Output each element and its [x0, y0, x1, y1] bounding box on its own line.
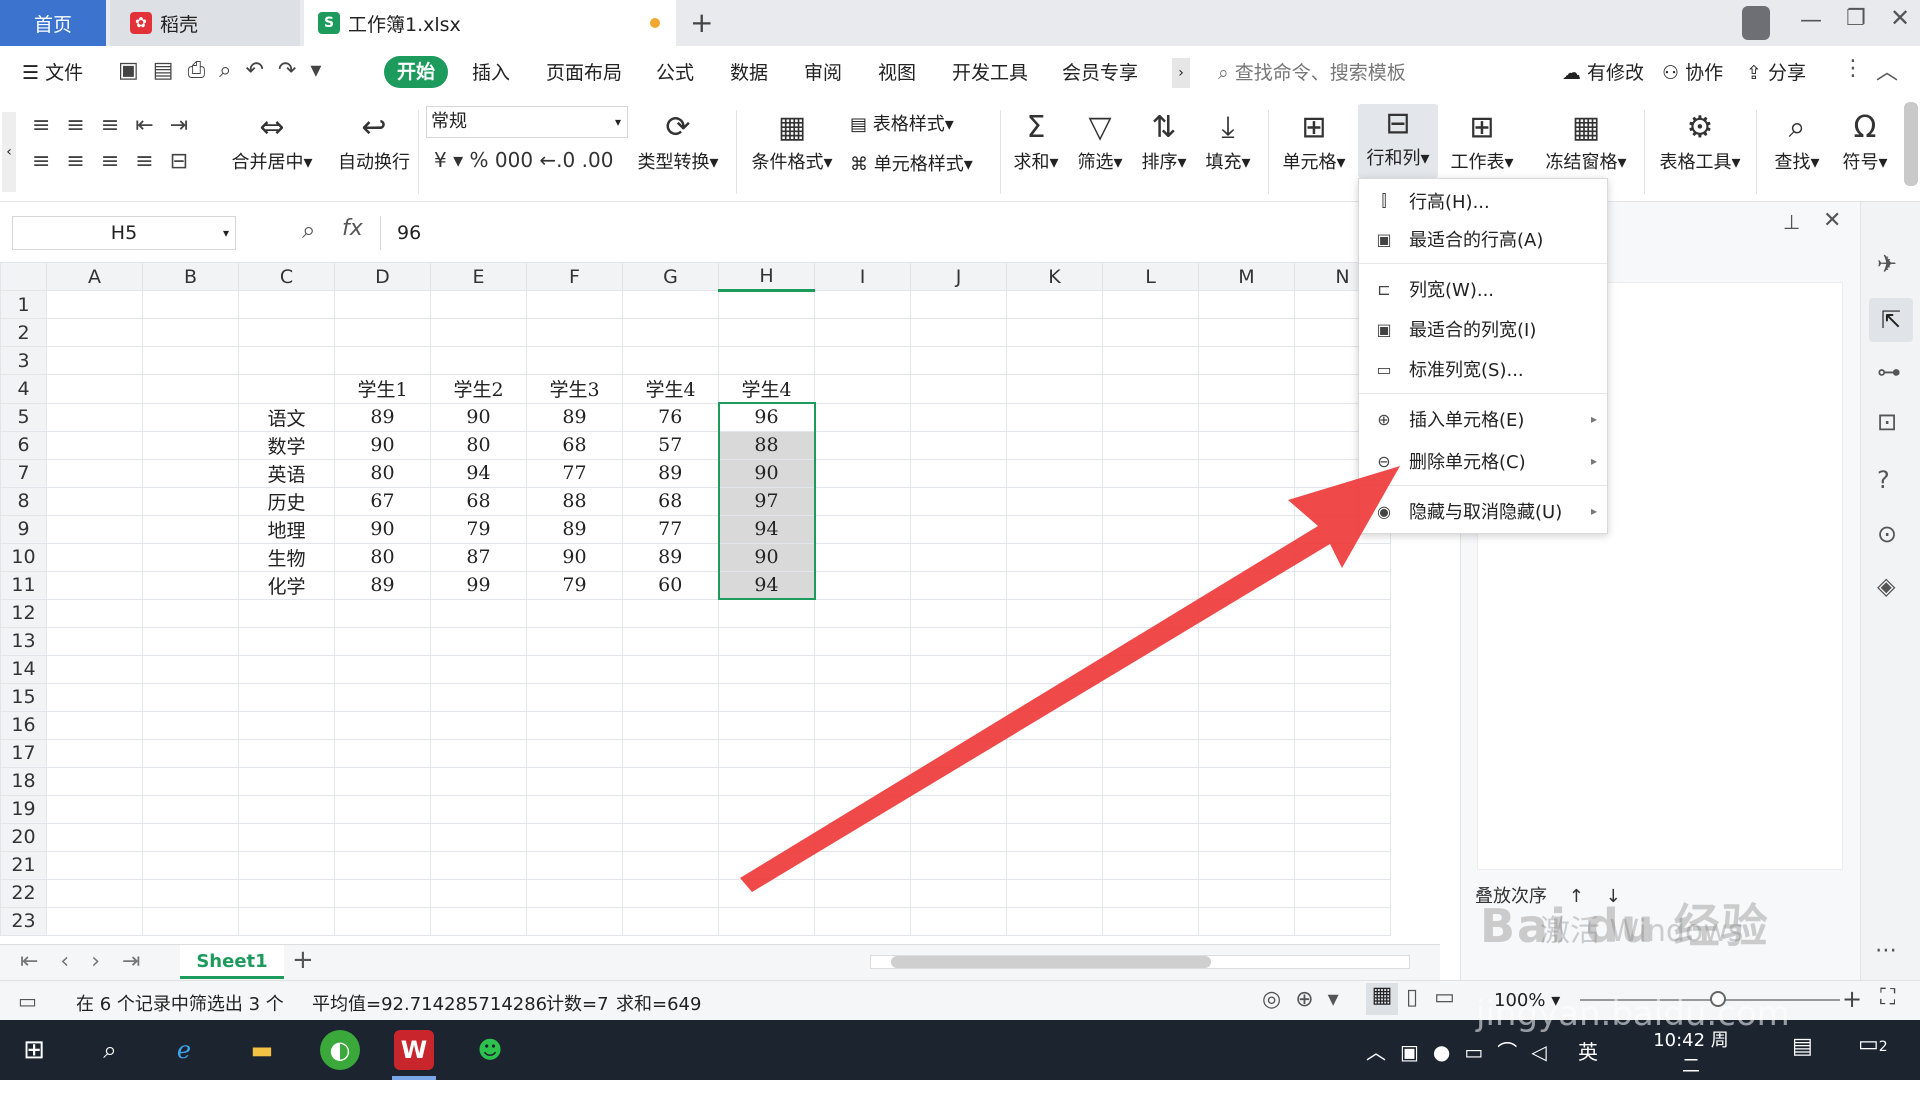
baidu-watermark: Bai du 经验	[1480, 899, 1770, 953]
browser-icon[interactable]: ◐	[320, 1030, 360, 1070]
zoom-in-icon[interactable]: +	[1842, 985, 1862, 1013]
ie-icon[interactable]: ℯ	[164, 1030, 204, 1070]
filter-status: 在 6 个记录中筛选出 3 个	[76, 994, 284, 1015]
normal-view-icon[interactable]: ▦	[1366, 983, 1398, 1015]
sheet-nav-buttons[interactable]: ⇤‹›⇥	[20, 949, 162, 974]
wps-icon[interactable]: W	[394, 1030, 434, 1070]
search-taskbar-icon[interactable]: ⌕	[90, 1030, 130, 1070]
sheet-tab-bar: ⇤‹›⇥ Sheet1 +	[0, 944, 1440, 980]
sheet-info-icon[interactable]: ▭	[18, 989, 37, 1013]
windows-start-icon[interactable]: ⊞	[14, 1030, 54, 1070]
tray-icons[interactable]: ︿▣●▭⌒◁	[1366, 1036, 1561, 1065]
sum-status: 求和=649	[616, 994, 702, 1015]
ime-indicator[interactable]: 英	[1578, 1036, 1598, 1065]
active-app-indicator	[392, 1076, 436, 1080]
notes-icon[interactable]: ▤	[1792, 1034, 1813, 1059]
wechat-icon[interactable]: ☻	[470, 1030, 510, 1070]
fullscreen-icon[interactable]: ⛶	[1880, 985, 1895, 1010]
clock[interactable]: 10:42 周二 2022/4/19	[1646, 1026, 1738, 1099]
baidu-url-watermark: jingyan.baidu.com	[1476, 994, 1790, 1034]
count-status: 计数=7	[546, 994, 609, 1015]
average-status: 平均值=92.714285714286	[312, 994, 548, 1015]
horizontal-scrollbar[interactable]	[870, 955, 1410, 969]
add-sheet-button[interactable]: +	[292, 945, 314, 975]
page-view-icons[interactable]: ▯▭	[1406, 985, 1471, 1010]
notification-icon[interactable]: ▭2	[1858, 1032, 1888, 1057]
sheet-tab-sheet1[interactable]: Sheet1	[180, 945, 284, 979]
view-mode-icons[interactable]: ◎⊕▾	[1262, 987, 1353, 1012]
folder-icon[interactable]: ▬	[242, 1030, 282, 1070]
